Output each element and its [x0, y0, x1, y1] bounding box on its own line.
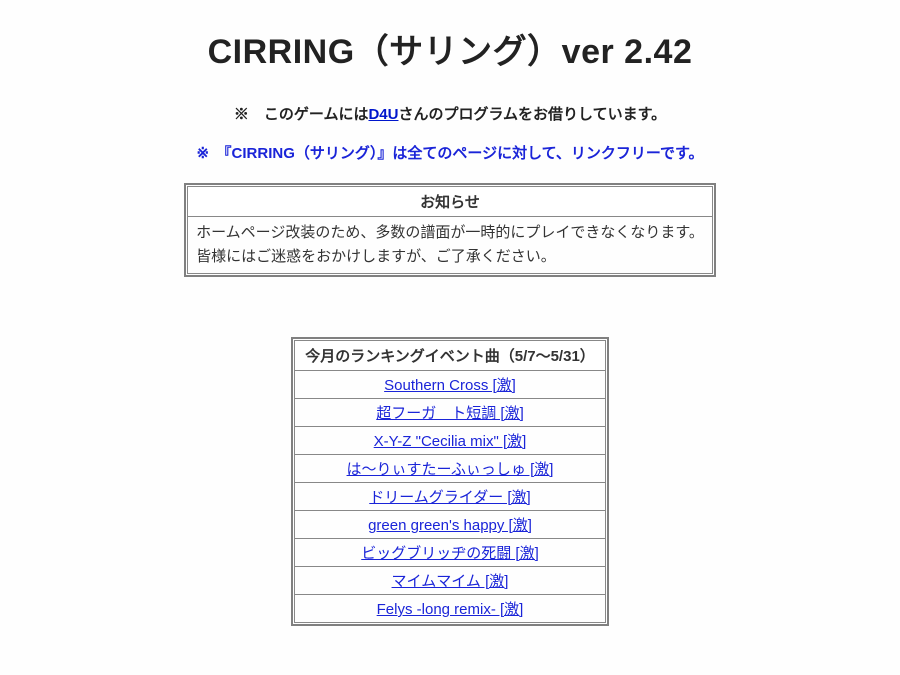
ranking-row: は～りぃすたーふぃっしゅ [激] [295, 455, 606, 483]
linkfree-notice: ※ 『CIRRING（サリング）』は全てのページに対して、リンクフリーです。 [0, 142, 900, 163]
ranking-song-link[interactable]: ドリームグライダー [激] [369, 489, 530, 506]
ranking-row: ドリームグライダー [激] [295, 483, 606, 511]
ranking-table-outer: 今月のランキングイベント曲（5/7～5/31） Southern Cross [… [291, 337, 609, 626]
credit-notice: ※ このゲームにはD4Uさんのプログラムをお借りしています。 [0, 103, 900, 124]
ranking-song-link[interactable]: X-Y-Z "Cecilia mix" [激] [374, 433, 527, 450]
ranking-song-link[interactable]: マイムマイム [激] [392, 573, 509, 590]
credit-prefix: ※ このゲームには [234, 106, 369, 123]
announce-table: お知らせ ホームページ改装のため、多数の譜面が一時的にプレイできなくなります。 … [187, 186, 713, 274]
ranking-row: ビッグブリッヂの死闘 [激] [295, 539, 606, 567]
ranking-song-link[interactable]: Southern Cross [激] [384, 377, 516, 394]
announce-table-outer: お知らせ ホームページ改装のため、多数の譜面が一時的にプレイできなくなります。 … [184, 183, 716, 277]
ranking-table: 今月のランキングイベント曲（5/7～5/31） Southern Cross [… [294, 340, 606, 623]
ranking-row: Southern Cross [激] [295, 371, 606, 399]
announce-line1: ホームページ改装のため、多数の譜面が一時的にプレイできなくなります。 [196, 224, 704, 241]
announce-body: ホームページ改装のため、多数の譜面が一時的にプレイできなくなります。 皆様にはご… [188, 217, 713, 274]
ranking-song-link[interactable]: ビッグブリッヂの死闘 [激] [361, 545, 539, 562]
ranking-song-link[interactable]: Felys -long remix- [激] [377, 601, 524, 618]
page-title: CIRRING（サリング）ver 2.42 [0, 24, 900, 73]
ranking-row: マイムマイム [激] [295, 567, 606, 595]
ranking-row: X-Y-Z "Cecilia mix" [激] [295, 427, 606, 455]
ranking-heading: 今月のランキングイベント曲（5/7～5/31） [295, 341, 606, 371]
ranking-row: Felys -long remix- [激] [295, 595, 606, 623]
ranking-row: 超フーガ ト短調 [激] [295, 399, 606, 427]
ranking-song-link[interactable]: 超フーガ ト短調 [激] [376, 405, 524, 422]
d4u-link[interactable]: D4U [368, 106, 398, 123]
ranking-row: green green's happy [激] [295, 511, 606, 539]
announce-heading: お知らせ [188, 187, 713, 217]
ranking-song-link[interactable]: は～りぃすたーふぃっしゅ [激] [347, 461, 554, 478]
ranking-song-link[interactable]: green green's happy [激] [368, 517, 532, 534]
announce-line2: 皆様にはご迷惑をおかけしますが、ご了承ください。 [196, 248, 556, 265]
credit-suffix: さんのプログラムをお借りしています。 [398, 106, 666, 123]
